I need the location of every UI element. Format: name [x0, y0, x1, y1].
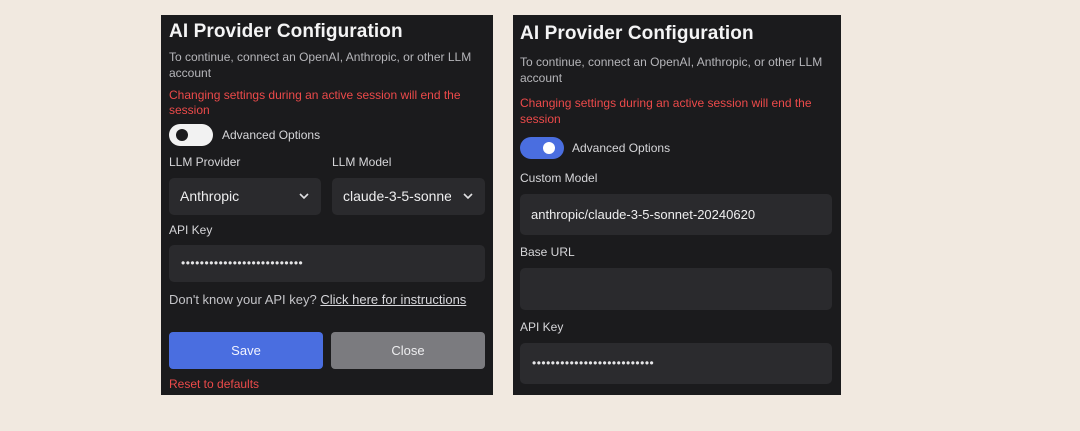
advanced-options-label: Advanced Options: [222, 128, 321, 142]
llm-model-value: claude-3-5-sonnet: [343, 188, 451, 204]
api-key-input[interactable]: ••••••••••••••••••••••••••: [169, 245, 485, 282]
description-line-2: account: [520, 71, 563, 85]
instructions-link[interactable]: Click here for instructions: [320, 292, 466, 307]
llm-provider-select[interactable]: Anthropic: [169, 178, 321, 215]
page-title: AI Provider Configuration: [520, 23, 754, 44]
description-line-1: To continue, connect an OpenAI, Anthropi…: [169, 50, 472, 64]
api-key-label: API Key: [520, 320, 564, 334]
description-line-1: To continue, connect an OpenAI, Anthropi…: [520, 55, 823, 69]
api-key-label: API Key: [169, 223, 213, 237]
api-key-value: ••••••••••••••••••••••••••: [532, 356, 655, 370]
api-key-hint-text: Don't know your API key?: [169, 292, 317, 307]
description-line-2: account: [169, 66, 212, 80]
toggle-knob: [176, 129, 188, 141]
llm-model-select[interactable]: claude-3-5-sonnet: [332, 178, 485, 215]
toggle-knob: [543, 142, 555, 154]
warning-line-2: session: [520, 112, 561, 126]
api-key-input[interactable]: ••••••••••••••••••••••••••: [520, 343, 832, 384]
llm-provider-label: LLM Provider: [169, 155, 241, 169]
config-panel-advanced: AI Provider Configuration To continue, c…: [513, 15, 841, 395]
api-key-hint: Don't know your API key? Click here for …: [169, 292, 466, 307]
chevron-down-icon: [299, 193, 309, 200]
warning-line-1: Changing settings during an active sessi…: [520, 96, 812, 110]
advanced-options-toggle[interactable]: [520, 137, 564, 159]
close-button[interactable]: Close: [331, 332, 485, 369]
llm-model-label: LLM Model: [332, 155, 392, 169]
base-url-label: Base URL: [520, 245, 575, 259]
llm-provider-value: Anthropic: [180, 188, 240, 204]
page-title: AI Provider Configuration: [169, 21, 403, 42]
advanced-options-toggle[interactable]: [169, 124, 213, 146]
custom-model-label: Custom Model: [520, 171, 598, 185]
custom-model-input[interactable]: anthropic/claude-3-5-sonnet-20240620: [520, 194, 832, 235]
chevron-down-icon: [463, 193, 473, 200]
custom-model-value: anthropic/claude-3-5-sonnet-20240620: [531, 207, 756, 222]
save-button[interactable]: Save: [169, 332, 323, 369]
reset-defaults-link[interactable]: Reset to defaults: [169, 377, 259, 391]
warning-line-1: Changing settings during an active sessi…: [169, 88, 461, 102]
api-key-value: ••••••••••••••••••••••••••: [181, 256, 304, 270]
config-panel-basic: AI Provider Configuration To continue, c…: [161, 15, 493, 395]
base-url-input[interactable]: [520, 268, 832, 310]
advanced-options-label: Advanced Options: [572, 141, 671, 155]
warning-line-2: session: [169, 103, 210, 117]
